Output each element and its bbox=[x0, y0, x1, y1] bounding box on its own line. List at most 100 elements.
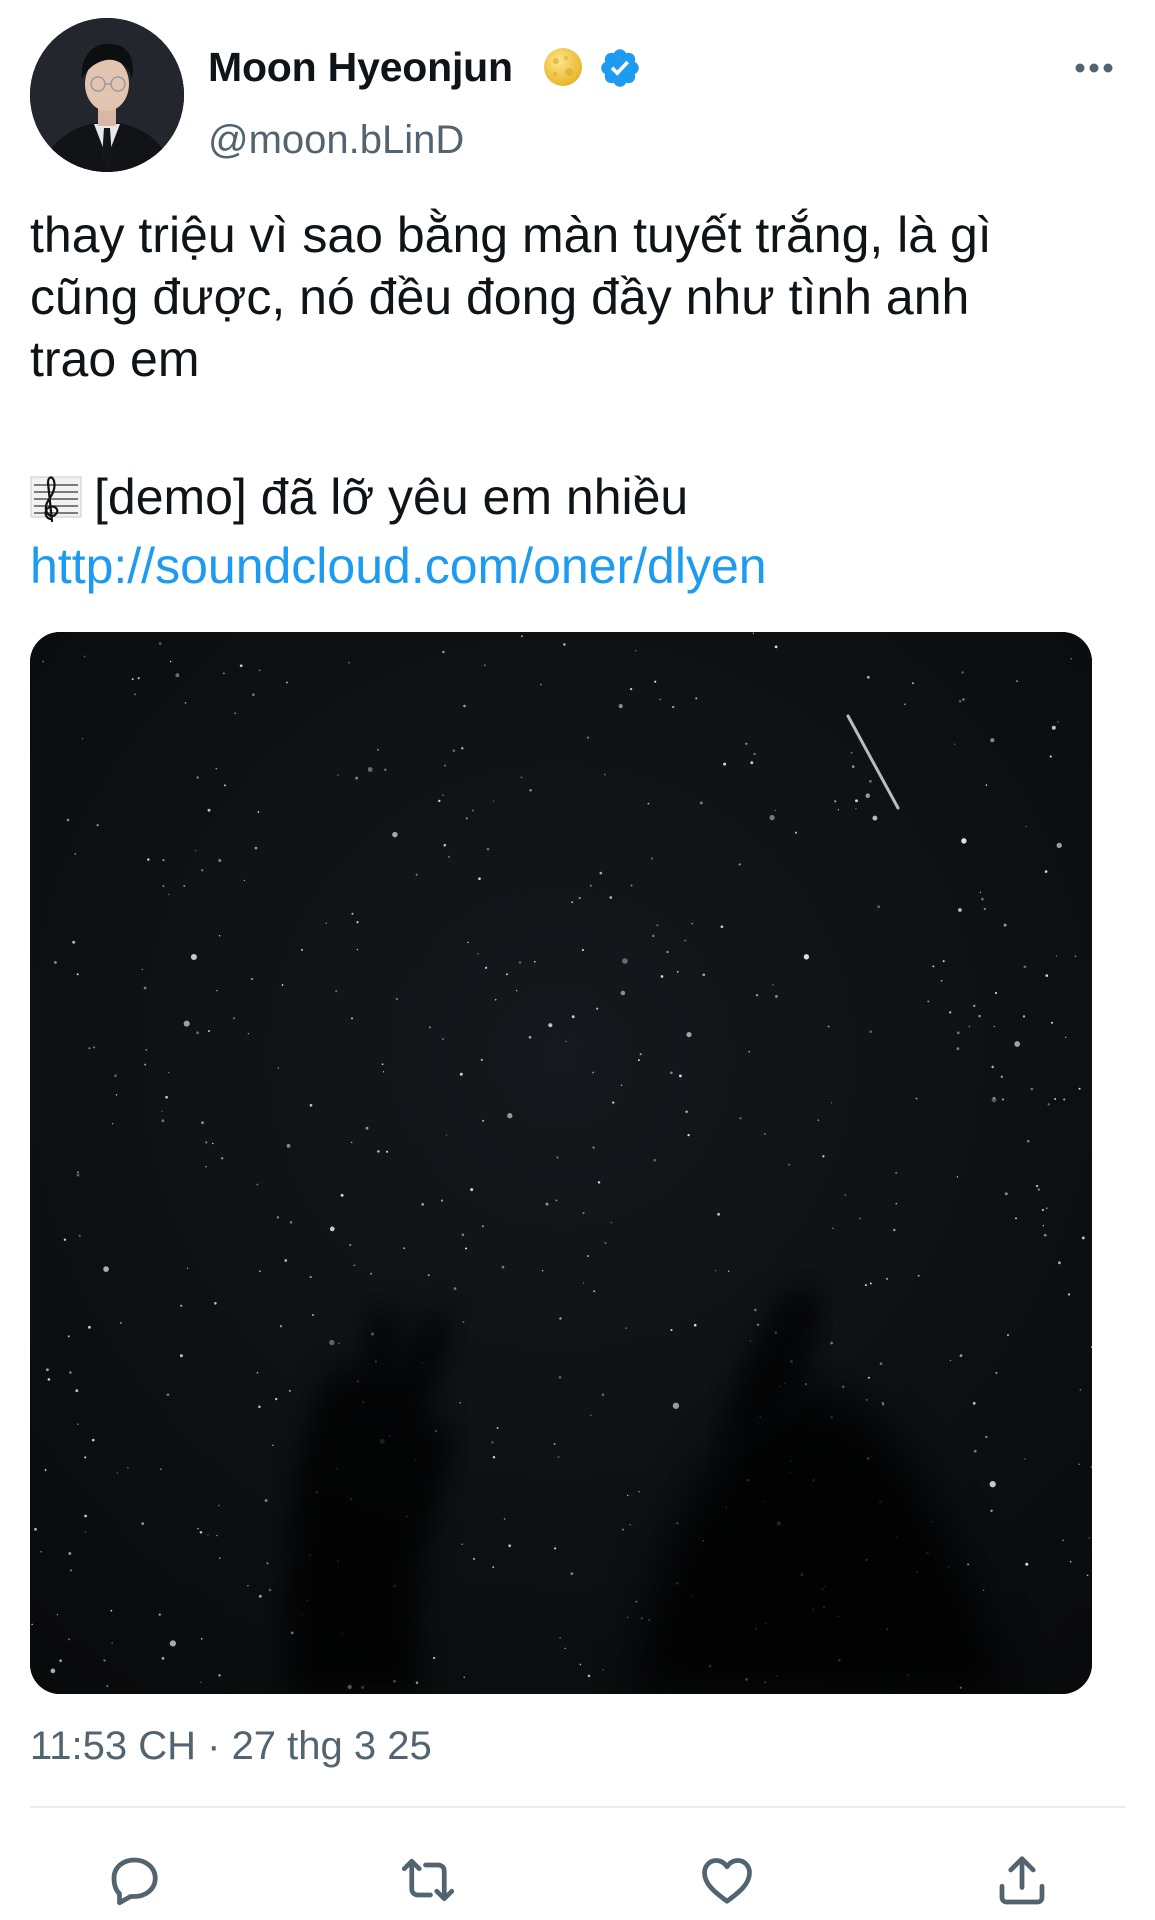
star-dot bbox=[69, 1371, 72, 1374]
star-dot bbox=[895, 1202, 898, 1205]
star-dot bbox=[478, 877, 481, 880]
like-icon[interactable] bbox=[697, 1850, 757, 1910]
star-dot bbox=[881, 1401, 884, 1405]
star-dot bbox=[447, 855, 450, 858]
star-dot bbox=[93, 1046, 96, 1049]
share-icon[interactable] bbox=[992, 1850, 1052, 1910]
avatar-image bbox=[30, 18, 184, 172]
star-dot bbox=[252, 693, 255, 697]
star-dot bbox=[207, 1534, 209, 1536]
star-dot bbox=[685, 1110, 688, 1113]
star-dot bbox=[803, 954, 810, 960]
user-handle[interactable]: @moon.bLinD bbox=[208, 118, 464, 163]
star-dot bbox=[187, 1267, 189, 1269]
star-dot bbox=[640, 1617, 643, 1620]
star-dot bbox=[256, 1371, 259, 1374]
star-dot bbox=[590, 1414, 592, 1416]
star-dot bbox=[492, 1566, 495, 1568]
tweet-media[interactable] bbox=[30, 632, 1092, 1694]
track-title: [demo] đã lỡ yêu em nhiều bbox=[94, 469, 689, 525]
star-dot bbox=[582, 1282, 585, 1284]
star-dot bbox=[1049, 755, 1052, 758]
star-dot bbox=[247, 1584, 249, 1587]
star-dot bbox=[56, 1613, 59, 1616]
star-dot bbox=[968, 1025, 971, 1028]
star-dot bbox=[268, 1588, 272, 1592]
star-dot bbox=[629, 1524, 631, 1526]
avatar[interactable] bbox=[30, 18, 184, 172]
star-dot bbox=[234, 712, 237, 715]
star-dot bbox=[563, 643, 566, 646]
star-dot bbox=[571, 901, 574, 904]
star-dot bbox=[257, 811, 260, 813]
tweet-text-line: trao em bbox=[30, 331, 200, 387]
star-dot bbox=[111, 1642, 113, 1644]
reply-icon[interactable] bbox=[104, 1850, 164, 1910]
star-dot bbox=[199, 1530, 203, 1534]
star-dot bbox=[1007, 1334, 1009, 1336]
star-dot bbox=[961, 838, 967, 844]
star-dot bbox=[555, 1199, 558, 1202]
star-dot bbox=[370, 1272, 373, 1275]
star-dot bbox=[250, 977, 254, 981]
star-dot bbox=[88, 1047, 91, 1050]
star-dot bbox=[911, 682, 914, 685]
star-dot bbox=[602, 1669, 604, 1671]
star-dot bbox=[958, 908, 962, 912]
star-dot bbox=[949, 1011, 952, 1014]
more-options-icon[interactable] bbox=[1064, 48, 1124, 88]
star-dot bbox=[88, 1325, 91, 1329]
star-dot bbox=[597, 1181, 601, 1184]
star-dot bbox=[647, 802, 650, 805]
star-dot bbox=[956, 1047, 960, 1051]
star-dot bbox=[351, 1141, 353, 1143]
star-dot bbox=[570, 1572, 574, 1575]
star-dot bbox=[403, 1247, 406, 1250]
star-dot bbox=[465, 817, 468, 820]
soundcloud-link[interactable]: http://soundcloud.com/oner/dlyen bbox=[30, 535, 767, 597]
star-dot bbox=[804, 1383, 808, 1386]
star-dot bbox=[482, 1119, 485, 1122]
star-dot bbox=[556, 1156, 559, 1159]
star-dot bbox=[214, 1302, 217, 1305]
star-dot bbox=[279, 1324, 283, 1328]
star-dot bbox=[84, 1531, 87, 1533]
star-dot bbox=[103, 1266, 109, 1272]
star-dot bbox=[855, 807, 857, 810]
star-dot bbox=[218, 859, 222, 862]
star-dot bbox=[442, 794, 444, 796]
star-dot bbox=[869, 1282, 872, 1285]
star-dot bbox=[74, 853, 77, 855]
star-dot bbox=[131, 678, 134, 681]
star-dot bbox=[197, 1527, 199, 1530]
star-dot bbox=[50, 1668, 56, 1674]
star-dot bbox=[753, 752, 756, 756]
star-dot bbox=[247, 1032, 250, 1035]
star-dot bbox=[994, 991, 998, 995]
star-dot bbox=[865, 793, 871, 799]
star-dot bbox=[169, 660, 172, 663]
star-dot bbox=[465, 1247, 468, 1250]
star-dot bbox=[995, 1371, 998, 1374]
star-dot bbox=[1000, 1075, 1003, 1078]
display-name[interactable]: Moon Hyeonjun bbox=[208, 44, 513, 91]
star-dot bbox=[548, 1023, 553, 1028]
star-dot bbox=[973, 1449, 977, 1453]
star-dot bbox=[355, 776, 359, 780]
star-dot bbox=[587, 1674, 591, 1678]
star-dot bbox=[1081, 1236, 1085, 1240]
star-dot bbox=[395, 997, 399, 1001]
star-dot bbox=[190, 953, 197, 961]
star-dot bbox=[699, 801, 703, 805]
star-dot bbox=[114, 1074, 117, 1078]
star-dot bbox=[1055, 955, 1058, 957]
star-dot bbox=[196, 776, 199, 779]
star-dot bbox=[183, 1020, 190, 1027]
star-dot bbox=[885, 1277, 889, 1281]
retweet-icon[interactable] bbox=[398, 1850, 458, 1910]
star-dot bbox=[593, 1290, 596, 1293]
tweet-text: thay triệu vì sao bằng màn tuyết trắng, … bbox=[30, 204, 1130, 390]
star-dot bbox=[1050, 1021, 1054, 1024]
star-dot bbox=[1069, 1560, 1072, 1563]
star-dot bbox=[592, 1146, 595, 1149]
